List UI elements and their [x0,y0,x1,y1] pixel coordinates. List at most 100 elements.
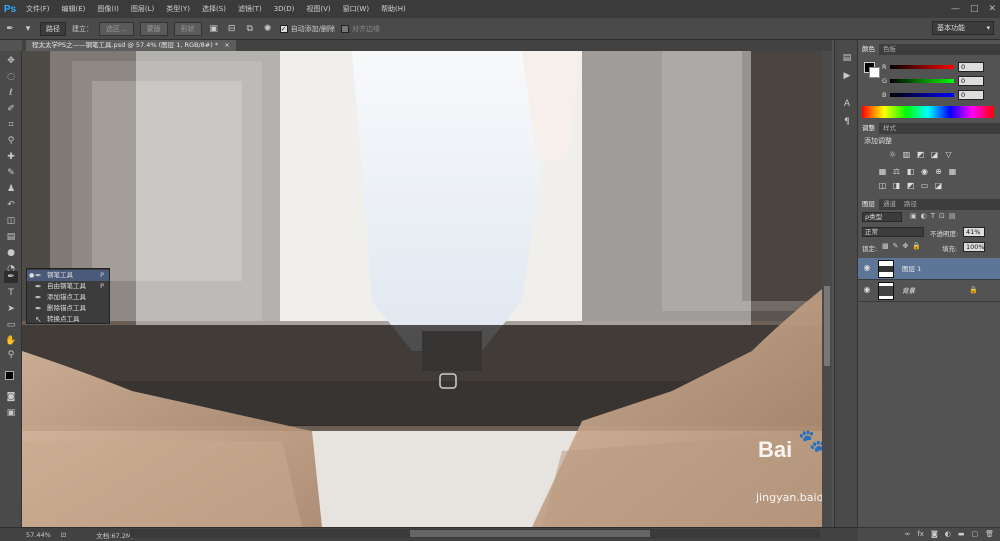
close-button[interactable]: ✕ [988,4,996,14]
hue-saturation-icon[interactable]: ▦ [878,167,887,176]
marquee-tool-icon[interactable]: ◌ [4,71,18,83]
minimize-button[interactable]: — [951,4,960,14]
make-selection-button[interactable]: 选区... [99,21,134,36]
red-track[interactable] [890,65,954,69]
document-canvas[interactable]: Bai 🐾 经验 jingyan.baidu.com [22,51,832,527]
auto-add-delete-checkbox[interactable]: ✓ 自动添加/删除 [279,24,335,34]
opacity-input[interactable]: 41% [963,227,985,237]
brush-tool-icon[interactable]: ✎ [4,167,18,179]
tab-swatches[interactable]: 色板 [879,44,900,55]
maximize-button[interactable]: □ [970,4,979,14]
menu-filter[interactable]: 滤镜(T) [232,0,268,18]
color-balance-icon[interactable]: ⚖ [892,167,901,176]
new-group-icon[interactable]: ▬ [958,528,965,541]
eye-icon[interactable]: ◉ [862,263,872,272]
layer-row-background[interactable]: ◉ 背景 🔒 [858,280,1000,302]
gear-icon[interactable]: ✺ [262,23,274,35]
menu-edit[interactable]: 编辑(E) [56,0,92,18]
rectangle-tool-icon[interactable]: ▭ [4,319,18,331]
path-selection-icon[interactable]: ➤ [4,303,18,315]
tab-layers[interactable]: 图层 [858,199,879,210]
green-track[interactable] [890,79,954,83]
curves-icon[interactable]: ◩ [916,150,925,159]
menu-window[interactable]: 窗口(W) [337,0,375,18]
vertical-scrollbar[interactable] [822,51,832,527]
blue-slider[interactable]: B 0 [882,90,994,100]
channel-mixer-icon[interactable]: ⊕ [934,167,943,176]
flyout-freeform-pen-tool[interactable]: ✒ 自由钢笔工具 P [27,281,109,292]
new-layer-icon[interactable]: ▢ [971,528,978,541]
path-alignment-icon[interactable]: ⊟ [226,23,238,35]
menu-image[interactable]: 图像(I) [91,0,125,18]
menu-file[interactable]: 文件(F) [20,0,56,18]
mode-select[interactable]: 路径 [40,21,66,36]
eye-icon[interactable]: ◉ [862,285,872,294]
pen-tool-icon[interactable]: ✒ [4,271,18,283]
vibrance-icon[interactable]: ▽ [944,150,953,159]
healing-brush-icon[interactable]: ✚ [4,151,18,163]
hand-tool-icon[interactable]: ✋ [4,335,18,347]
paragraph-panel-icon[interactable]: ¶ [840,116,854,128]
workspace-select[interactable]: 基本功能 ▾ [932,21,994,35]
type-tool-icon[interactable]: T [4,287,18,299]
make-shape-button[interactable]: 形状 [173,21,202,36]
photo-filter-icon[interactable]: ◉ [920,167,929,176]
menu-help[interactable]: 帮助(H) [375,0,412,18]
layer-row-layer1[interactable]: ◉ 图层 1 [858,258,1000,280]
eraser-tool-icon[interactable]: ◫ [4,215,18,227]
tab-styles[interactable]: 样式 [879,123,900,134]
flyout-add-anchor-tool[interactable]: ✒ 添加锚点工具 [27,292,109,303]
link-layers-icon[interactable]: ∞ [905,528,911,541]
color-lookup-icon[interactable]: ▦ [948,167,957,176]
gradient-tool-icon[interactable]: ▤ [4,231,18,243]
move-tool-icon[interactable]: ✥ [4,55,18,67]
gradient-map-icon[interactable]: ▭ [920,181,929,190]
blue-track[interactable] [890,93,954,97]
zoom-level[interactable]: 57.44% [26,531,51,539]
menu-view[interactable]: 视图(V) [300,0,336,18]
color-spectrum[interactable] [862,106,994,118]
align-edges-checkbox[interactable]: 对齐边缘 [341,24,380,34]
tab-color[interactable]: 颜色 [858,44,879,55]
green-slider[interactable]: G 0 [882,76,994,86]
tab-adjustments[interactable]: 调整 [858,123,879,134]
document-tab[interactable]: 程太太学PS之——钢笔工具.psd @ 57.4% (图层 1, RGB/8#)… [26,40,236,51]
zoom-tool-icon[interactable]: ⚲ [4,349,18,361]
layer-style-icon[interactable]: fx [917,528,924,541]
quick-select-tool-icon[interactable]: ✐ [4,103,18,115]
brightness-icon[interactable]: ☼ [888,150,897,159]
layer-filter-select[interactable]: ρ类型 [862,212,902,222]
layer-filter-icons[interactable]: ▣◐T⊡▤ [910,212,959,220]
threshold-icon[interactable]: ◩ [906,181,915,190]
make-mask-button[interactable]: 蒙版 [139,21,168,36]
fill-input[interactable]: 100% [963,242,985,252]
add-mask-icon[interactable]: ◙ [931,528,938,541]
scrollbar-thumb[interactable] [410,530,650,537]
new-adjustment-icon[interactable]: ◐ [945,528,951,541]
lasso-tool-icon[interactable]: ℓ [4,87,18,99]
lock-icons[interactable]: ▩✎✥🔒 [882,242,925,250]
layer-name[interactable]: 图层 1 [902,258,921,280]
selective-color-icon[interactable]: ◪ [934,181,943,190]
foreground-color-swatch[interactable] [5,371,14,380]
posterize-icon[interactable]: ◨ [892,181,901,190]
scrollbar-thumb[interactable] [824,286,830,366]
tab-channels[interactable]: 通道 [879,199,900,210]
flyout-pen-tool[interactable]: ● ✒ 钢笔工具 P [27,270,109,281]
menu-type[interactable]: 类型(Y) [160,0,196,18]
quick-mask-icon[interactable]: ◙ [4,391,18,403]
delete-layer-icon[interactable]: 🗑 [985,528,994,541]
green-value[interactable]: 0 [958,76,984,86]
history-brush-icon[interactable]: ↶ [4,199,18,211]
menu-select[interactable]: 选择(S) [196,0,232,18]
black-white-icon[interactable]: ◧ [906,167,915,176]
levels-icon[interactable]: ▥ [902,150,911,159]
invert-icon[interactable]: ◫ [878,181,887,190]
menu-3d[interactable]: 3D(D) [268,0,301,18]
history-panel-icon[interactable]: ▤ [840,52,854,64]
pen-tool-preset-icon[interactable]: ✒ [4,23,16,35]
layer-name[interactable]: 背景 [902,280,915,302]
crop-tool-icon[interactable]: ⌗ [4,119,18,131]
character-panel-icon[interactable]: A [840,98,854,110]
close-tab-icon[interactable]: × [224,41,229,49]
